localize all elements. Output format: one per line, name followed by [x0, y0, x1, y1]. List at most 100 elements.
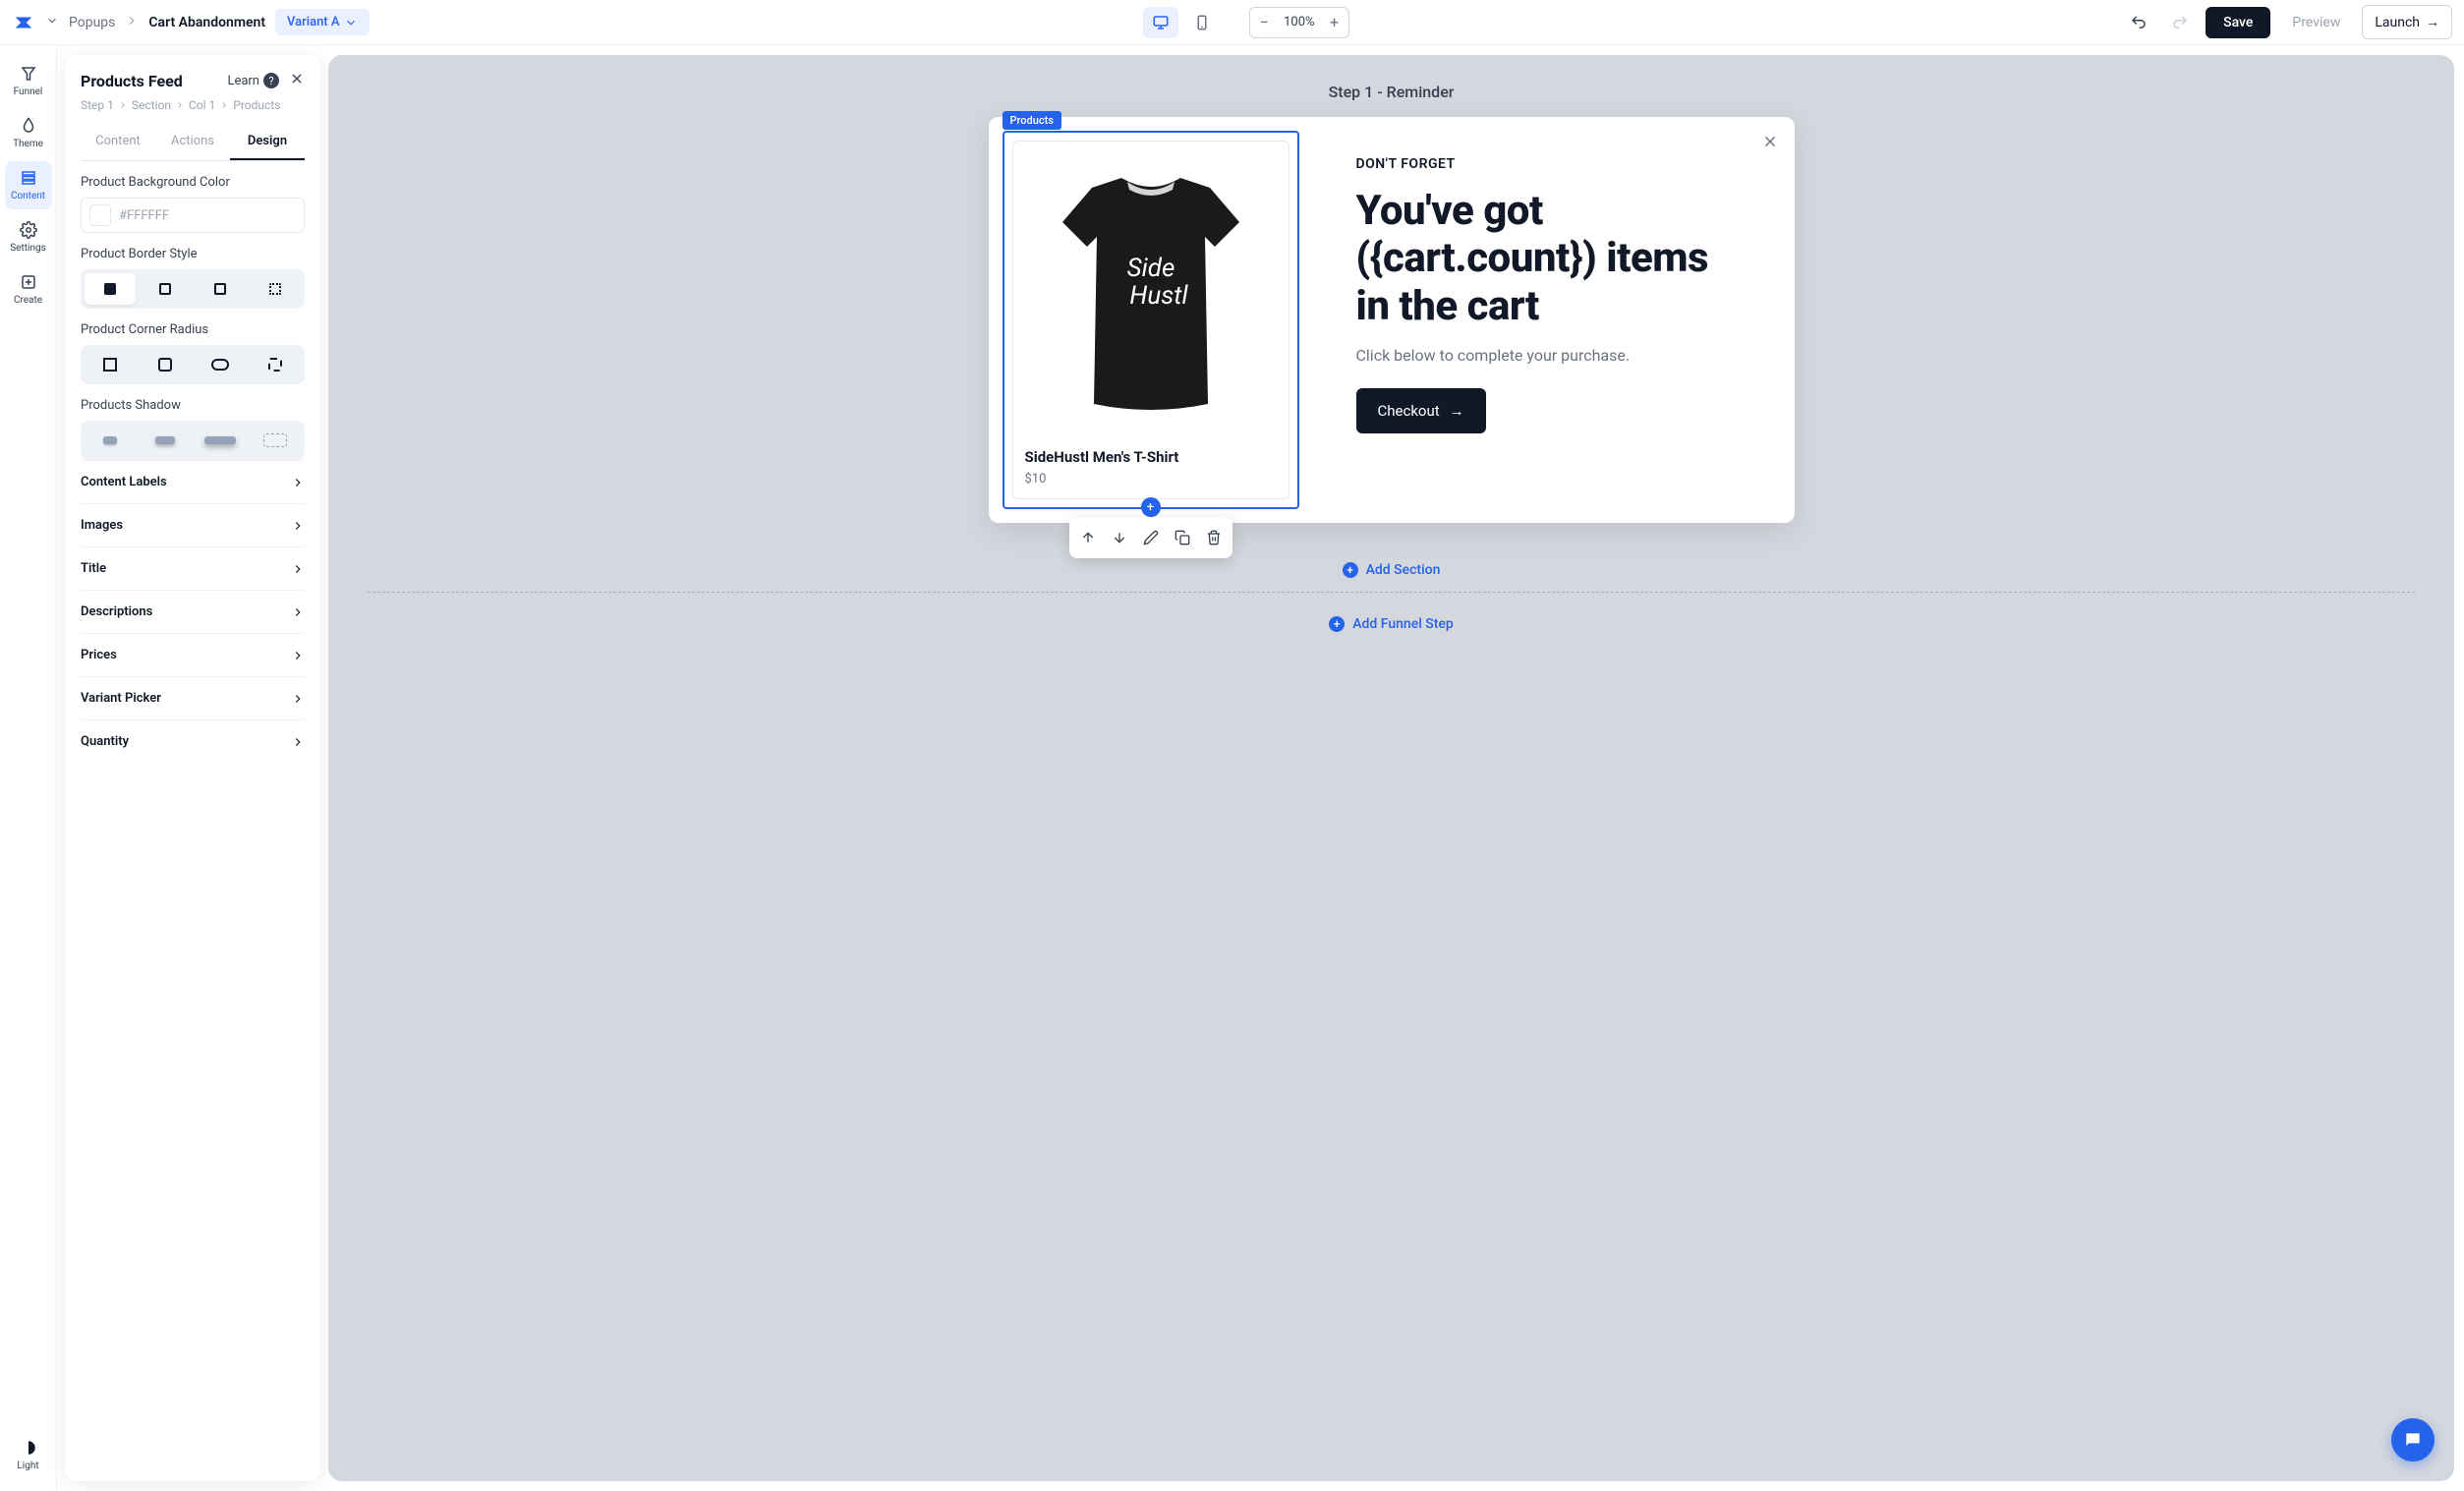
- add-block-handle[interactable]: +: [1141, 497, 1161, 517]
- shadow-none-option[interactable]: [250, 425, 301, 456]
- panel-crumb-1[interactable]: Section: [132, 98, 171, 112]
- undo-button[interactable]: [2123, 7, 2154, 38]
- chevron-down-icon[interactable]: [45, 13, 59, 31]
- app-logo[interactable]: [12, 11, 35, 34]
- plus-circle-icon: +: [1329, 616, 1345, 632]
- save-button[interactable]: Save: [2206, 7, 2270, 38]
- selection-tag: Products: [1003, 111, 1061, 130]
- rail-light-label: Light: [17, 1461, 38, 1471]
- checkout-button[interactable]: Checkout →: [1356, 388, 1486, 433]
- duplicate-button[interactable]: [1168, 523, 1197, 552]
- accordion-descriptions[interactable]: Descriptions: [81, 590, 305, 633]
- step-divider: [368, 592, 2415, 593]
- panel-title: Products Feed: [81, 72, 183, 90]
- accordion-variant-picker[interactable]: Variant Picker: [81, 676, 305, 719]
- add-funnel-step-link[interactable]: + Add Funnel Step: [328, 616, 2454, 632]
- chat-fab[interactable]: [2391, 1418, 2435, 1462]
- redo-button[interactable]: [2164, 7, 2196, 38]
- delete-button[interactable]: [1199, 523, 1229, 552]
- accordion-label: Content Labels: [81, 475, 167, 489]
- border-style-label: Product Border Style: [81, 247, 305, 261]
- radius-custom-option[interactable]: [250, 349, 301, 380]
- move-up-button[interactable]: [1073, 523, 1103, 552]
- add-section-link[interactable]: + Add Section: [328, 562, 2454, 578]
- tab-content[interactable]: Content: [81, 124, 155, 160]
- block-toolbar: [1069, 517, 1232, 558]
- radius-small-option[interactable]: [140, 349, 191, 380]
- add-section-label: Add Section: [1366, 562, 1441, 578]
- edit-button[interactable]: [1136, 523, 1166, 552]
- move-down-button[interactable]: [1105, 523, 1134, 552]
- popup-close-icon[interactable]: [1761, 133, 1779, 154]
- step-title: Step 1 - Reminder: [328, 55, 2454, 117]
- accordion-label: Images: [81, 518, 123, 533]
- arrow-right-icon: →: [1450, 402, 1464, 420]
- variant-selector[interactable]: Variant A: [275, 9, 369, 35]
- rail-content-label: Content: [11, 191, 45, 201]
- panel-crumb-0[interactable]: Step 1: [81, 98, 114, 112]
- rail-theme[interactable]: Theme: [5, 109, 52, 157]
- radius-none-option[interactable]: [85, 349, 136, 380]
- zoom-in-button[interactable]: +: [1321, 8, 1348, 37]
- shadow-large-option[interactable]: [195, 425, 246, 456]
- accordion-quantity[interactable]: Quantity: [81, 719, 305, 763]
- plus-circle-icon: +: [1343, 562, 1358, 578]
- zoom-value: 100%: [1278, 15, 1320, 29]
- bg-color-label: Product Background Color: [81, 175, 305, 190]
- help-icon: ?: [263, 73, 279, 88]
- variant-label: Variant A: [287, 15, 339, 29]
- products-block[interactable]: Side Hustl SideHustl Men's T-Shirt $10 +: [1003, 131, 1299, 509]
- accordion-label: Variant Picker: [81, 691, 161, 706]
- tab-design[interactable]: Design: [230, 124, 305, 160]
- border-solid-option[interactable]: [85, 273, 136, 305]
- accordion-label: Descriptions: [81, 604, 152, 619]
- accordion-prices[interactable]: Prices: [81, 633, 305, 676]
- tab-actions[interactable]: Actions: [155, 124, 230, 160]
- cta-label: Checkout: [1378, 402, 1440, 420]
- bg-color-value: #FFFFFF: [119, 208, 169, 223]
- border-dotted-option[interactable]: [250, 273, 301, 305]
- product-price: $10: [1025, 472, 1277, 487]
- svg-text:Side: Side: [1126, 254, 1175, 283]
- accordion-label: Quantity: [81, 734, 129, 749]
- panel-crumb-2[interactable]: Col 1: [189, 98, 215, 112]
- popup-headline: You've got ({cart.count}) items in the c…: [1356, 188, 1751, 330]
- radius-pill-option[interactable]: [195, 349, 246, 380]
- corner-radius-label: Product Corner Radius: [81, 322, 305, 337]
- zoom-control: − 100% +: [1249, 7, 1348, 38]
- accordion-title[interactable]: Title: [81, 546, 305, 590]
- zoom-out-button[interactable]: −: [1250, 8, 1278, 37]
- breadcrumb-current: Cart Abandonment: [148, 15, 265, 30]
- border-outline-option[interactable]: [140, 273, 191, 305]
- accordion-images[interactable]: Images: [81, 503, 305, 546]
- shadow-label: Products Shadow: [81, 398, 305, 413]
- rail-create[interactable]: Create: [5, 265, 52, 314]
- close-icon[interactable]: [289, 71, 305, 90]
- rail-funnel-label: Funnel: [14, 86, 43, 97]
- rail-funnel[interactable]: Funnel: [5, 57, 52, 105]
- launch-label: Launch: [2375, 15, 2420, 30]
- shadow-medium-option[interactable]: [140, 425, 191, 456]
- svg-text:Hustl: Hustl: [1129, 281, 1188, 311]
- bg-color-input[interactable]: #FFFFFF: [81, 198, 305, 233]
- rail-content[interactable]: Content: [5, 161, 52, 209]
- popup-preview: Products Side Hustl SideHustl Men's T-Sh…: [989, 117, 1795, 523]
- device-desktop-button[interactable]: [1143, 7, 1178, 38]
- accordion-content-labels[interactable]: Content Labels: [81, 460, 305, 503]
- preview-button[interactable]: Preview: [2280, 7, 2352, 38]
- product-card[interactable]: Side Hustl SideHustl Men's T-Shirt $10: [1012, 141, 1289, 499]
- rail-settings[interactable]: Settings: [5, 213, 52, 261]
- breadcrumb-popups[interactable]: Popups: [69, 15, 115, 30]
- panel-crumb-3[interactable]: Products: [233, 98, 280, 112]
- device-mobile-button[interactable]: [1184, 7, 1220, 38]
- bg-color-swatch[interactable]: [89, 204, 111, 226]
- learn-link[interactable]: Learn ?: [227, 73, 279, 88]
- launch-button[interactable]: Launch →: [2362, 5, 2452, 39]
- shadow-small-option[interactable]: [85, 425, 136, 456]
- rail-light-toggle[interactable]: Light: [5, 1431, 52, 1479]
- rail-theme-label: Theme: [13, 139, 43, 149]
- panel-breadcrumb: Step 1 Section Col 1 Products: [81, 98, 305, 112]
- popup-eyebrow: DON'T FORGET: [1356, 156, 1751, 172]
- learn-label: Learn: [227, 74, 259, 88]
- border-dashed-option[interactable]: [195, 273, 246, 305]
